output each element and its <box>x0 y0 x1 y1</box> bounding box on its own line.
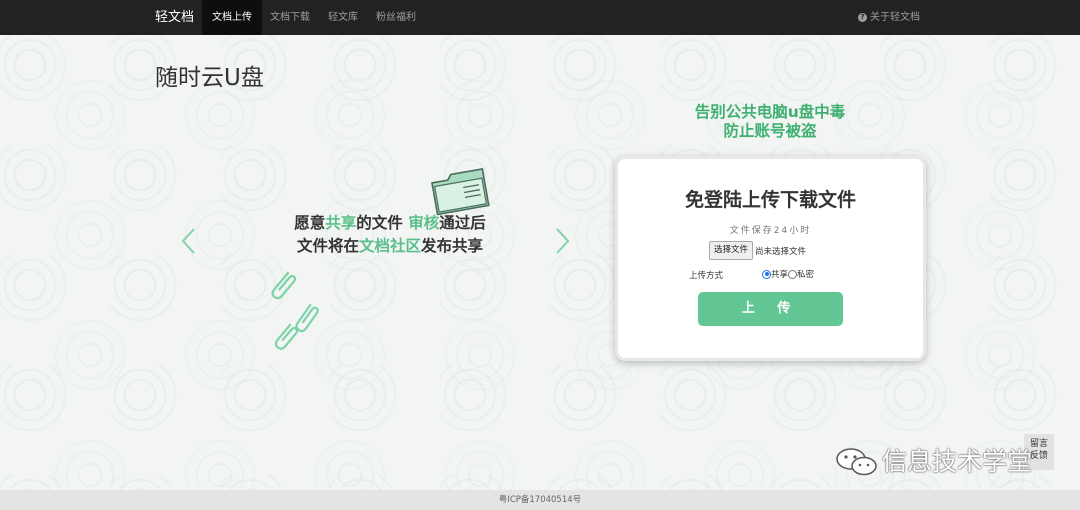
page-title: 随时云U盘 <box>155 65 264 91</box>
folder-illustration-icon <box>431 168 490 216</box>
nav-about-label: 关于轻文档 <box>870 12 920 23</box>
upload-mode-label: 上传方式 <box>689 271 724 281</box>
upload-card: 免登陆上传下载文件 文件保存24小时 选择文件 尚未选择文件 上传方式 共享 私密 … <box>615 156 926 361</box>
radio-share-label: 共享 <box>771 270 789 280</box>
tagline-line-2: 防止账号被盗 <box>723 122 817 140</box>
carousel-slogan-line-2: 文件将在文档社区发布共享 <box>296 237 484 255</box>
upload-mode-radio-group: 共享 私密 <box>762 268 814 280</box>
nav-item-upload[interactable]: 文档上传 <box>202 0 262 35</box>
carousel-prev-arrow-icon[interactable] <box>180 226 196 256</box>
radio-share[interactable] <box>762 269 771 279</box>
nav-item-about[interactable]: ? 关于轻文档 <box>848 0 930 35</box>
nav-item-library[interactable]: 轻文库 <box>318 0 368 35</box>
file-input-row: 选择文件 尚未选择文件 <box>709 241 806 260</box>
choose-file-button[interactable]: 选择文件 <box>709 241 754 260</box>
file-status-text: 尚未选择文件 <box>755 246 807 257</box>
watermark-text: 信息技术学堂 <box>882 447 1033 476</box>
radio-private-label: 私密 <box>797 270 815 280</box>
radio-private[interactable] <box>788 269 798 279</box>
wechat-icon <box>836 448 877 476</box>
top-navbar: 轻文档 文档上传 文档下载 轻文库 粉丝福利 ? 关于轻文档 <box>0 0 1080 35</box>
nav-item-fan-benefits[interactable]: 粉丝福利 <box>366 0 426 35</box>
paperclips-illustration-icon <box>271 271 319 350</box>
brand-logo[interactable]: 轻文档 <box>155 0 194 35</box>
nav-item-download[interactable]: 文档下载 <box>260 0 320 35</box>
question-icon: ? <box>858 12 867 22</box>
footer-icp[interactable]: 粤ICP备17040514号 <box>0 490 1080 510</box>
carousel-next-arrow-icon[interactable] <box>555 226 571 256</box>
carousel-slogan-line-1: 愿意共享的文件 审核通过后 <box>294 214 486 232</box>
retention-note: 文件保存24小时 <box>729 226 812 236</box>
upload-card-title: 免登陆上传下载文件 <box>684 189 856 211</box>
upload-submit-button[interactable]: 上 传 <box>698 292 843 326</box>
